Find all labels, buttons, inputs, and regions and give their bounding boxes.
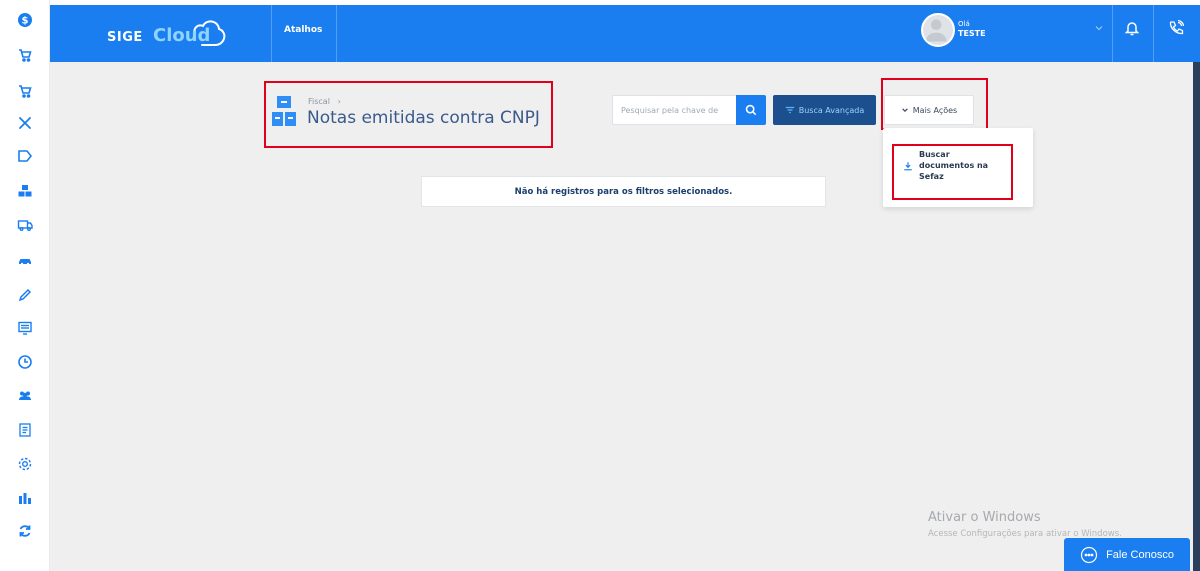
tag-icon[interactable] bbox=[13, 144, 37, 168]
bell-icon[interactable] bbox=[1123, 19, 1141, 37]
phone-icon[interactable] bbox=[1167, 19, 1185, 37]
search-icon bbox=[745, 104, 757, 116]
user-greeting: Olá bbox=[958, 20, 970, 28]
boxes-icon bbox=[272, 96, 296, 126]
chevron-down-icon[interactable] bbox=[1093, 22, 1105, 34]
logo-sige-text: SIGE bbox=[107, 25, 143, 46]
more-actions-button[interactable]: Mais Ações bbox=[884, 95, 974, 125]
filter-icon bbox=[785, 106, 794, 114]
gear-icon[interactable] bbox=[13, 452, 37, 476]
chat-button[interactable]: Fale Conosco bbox=[1064, 538, 1190, 571]
sidebar-rail: $ bbox=[0, 0, 50, 571]
windows-watermark-title: Ativar o Windows bbox=[928, 510, 1041, 525]
users-icon[interactable] bbox=[13, 384, 37, 408]
divider bbox=[271, 5, 272, 62]
shortcuts-menu[interactable]: Atalhos bbox=[284, 25, 322, 35]
chevron-right-icon: › bbox=[332, 97, 341, 106]
empty-state-message: Não há registros para os filtros selecio… bbox=[421, 176, 826, 207]
user-info[interactable]: Olá TESTE bbox=[958, 20, 986, 38]
more-actions-label: Mais Ações bbox=[912, 105, 958, 115]
boxes-icon[interactable] bbox=[13, 179, 37, 203]
search-button[interactable] bbox=[736, 95, 766, 125]
cart-icon[interactable] bbox=[13, 43, 37, 67]
sige-cloud-logo[interactable]: SIGE Cloud bbox=[107, 15, 237, 51]
svg-text:$: $ bbox=[22, 16, 29, 27]
advanced-search-label: Busca Avançada bbox=[798, 105, 865, 115]
breadcrumb[interactable]: Fiscal › bbox=[308, 97, 341, 106]
truck-icon[interactable] bbox=[13, 213, 37, 237]
tools-icon[interactable] bbox=[13, 111, 37, 135]
page-title: Notas emitidas contra CNPJ bbox=[307, 108, 540, 128]
bar-chart-icon[interactable] bbox=[13, 486, 37, 510]
monitor-icon[interactable] bbox=[13, 316, 37, 340]
main-content: Fiscal › Notas emitidas contra CNPJ Busc… bbox=[50, 62, 1200, 571]
divider bbox=[1153, 5, 1154, 62]
annotation-box-dropdown-item bbox=[892, 144, 1013, 200]
advanced-search-button[interactable]: Busca Avançada bbox=[773, 95, 876, 125]
chat-icon bbox=[1080, 546, 1098, 563]
clock-icon[interactable] bbox=[13, 350, 37, 374]
top-navbar: SIGE Cloud Atalhos Olá TESTE bbox=[50, 5, 1200, 62]
scrollbar[interactable] bbox=[1193, 62, 1200, 571]
user-name: TESTE bbox=[958, 29, 986, 38]
breadcrumb-fiscal[interactable]: Fiscal bbox=[308, 97, 330, 106]
car-icon[interactable] bbox=[13, 248, 37, 272]
report-icon[interactable] bbox=[13, 418, 37, 442]
divider bbox=[1112, 5, 1113, 62]
dollar-icon[interactable]: $ bbox=[13, 8, 37, 32]
chevron-down-icon bbox=[901, 108, 908, 113]
search-input[interactable] bbox=[612, 95, 736, 125]
divider bbox=[336, 5, 337, 62]
chat-label: Fale Conosco bbox=[1106, 548, 1174, 561]
avatar[interactable] bbox=[921, 13, 955, 47]
pencil-icon[interactable] bbox=[13, 283, 37, 307]
sync-icon[interactable] bbox=[13, 519, 37, 543]
logo-cloud-text: Cloud bbox=[153, 25, 211, 46]
cart-icon[interactable] bbox=[13, 79, 37, 103]
